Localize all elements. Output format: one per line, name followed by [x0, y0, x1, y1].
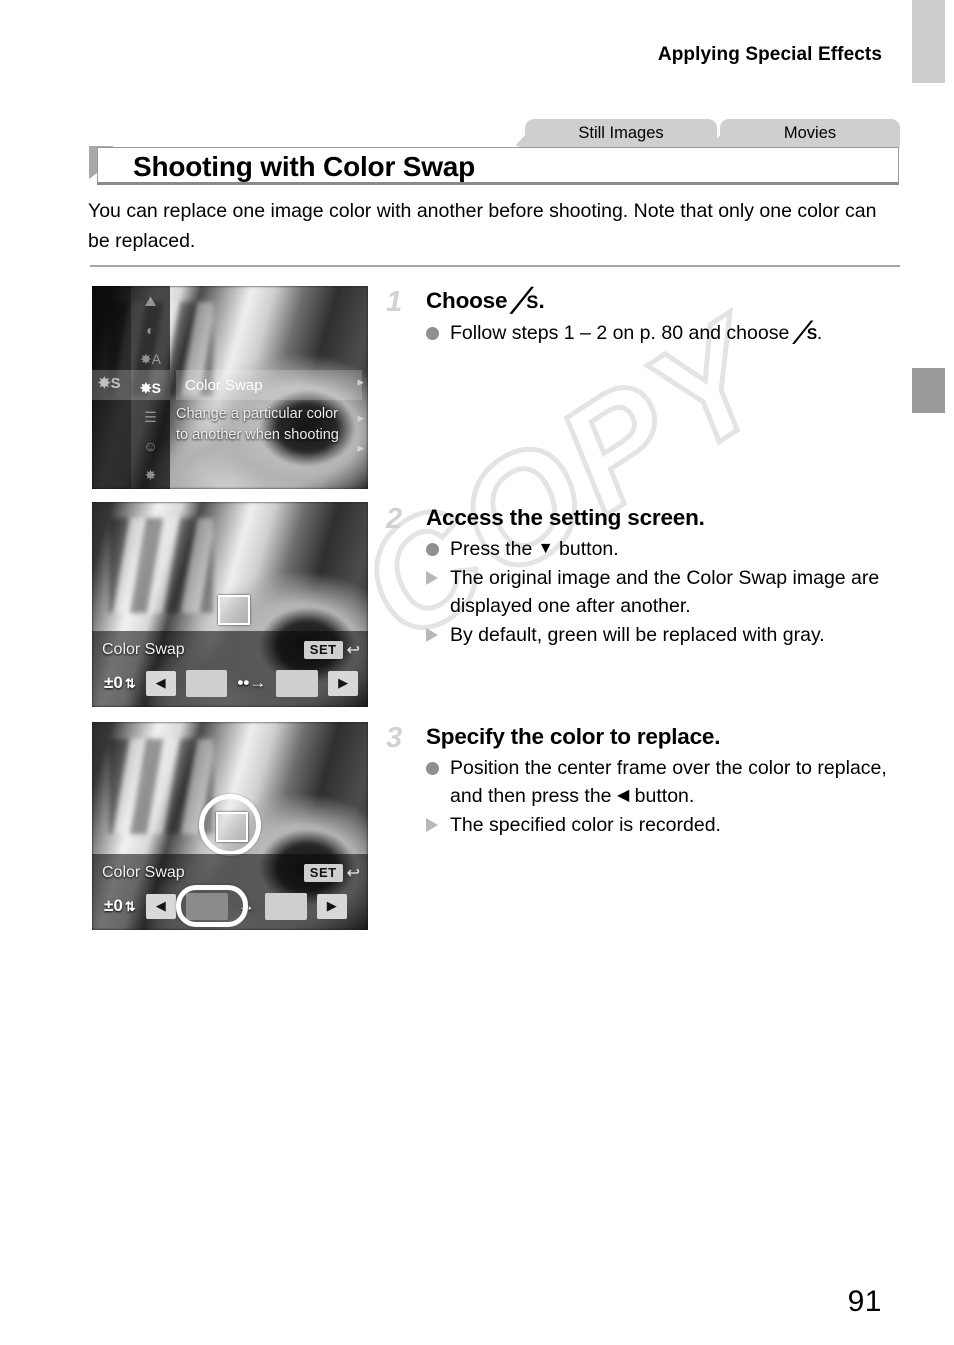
setting-bar-title: Color Swap: [102, 864, 185, 881]
return-arrow-icon: ↩: [346, 642, 360, 659]
right-arrow-button: ▶: [316, 893, 347, 919]
step-1-body: Follow steps 1 – 2 on p. 80 and choose ╱…: [426, 319, 906, 349]
scene-mode-description-line2: to another when shooting: [176, 427, 339, 443]
step-1-heading-prefix: Choose: [426, 288, 514, 313]
color-swap-icon: ╱S: [794, 322, 818, 344]
set-key-icon: SET: [303, 864, 343, 882]
left-arrow-button: ◀: [145, 893, 176, 919]
exposure-value-text: ±0: [104, 896, 123, 915]
running-head: Applying Special Effects: [657, 44, 882, 65]
step-2-line-2: The original image and the Color Swap im…: [426, 564, 906, 620]
step-1-line-1-text-before: Follow steps 1 – 2 on p. 80 and choose: [450, 322, 795, 344]
step-1-heading-suffix: .: [538, 288, 545, 313]
step-3-line-1-text-after: button.: [629, 785, 695, 807]
up-down-arrows-icon: ⇅: [124, 898, 136, 914]
step-2: 2 Access the setting screen. Press the ▼…: [386, 503, 906, 650]
chevron-right-icon-1: ▸: [357, 374, 364, 389]
step-1-number: 1: [386, 286, 403, 318]
fireworks-icon: ✸: [144, 466, 157, 483]
center-frame: [218, 595, 250, 625]
result-triangle-icon: [426, 818, 438, 832]
step-3-number: 3: [386, 722, 403, 754]
return-arrow-icon: ↩: [346, 865, 360, 882]
step-3-line-1: Position the center frame over the color…: [426, 754, 906, 810]
horizontal-rule: [90, 265, 900, 267]
step-2-body: Press the ▼ button. The original image a…: [426, 535, 906, 649]
result-triangle-icon: [426, 628, 438, 642]
exposure-value: ±0 ⇅: [104, 896, 136, 916]
step-2-heading: Access the setting screen.: [426, 505, 705, 530]
media-tabs: Still Images Movies: [525, 119, 900, 147]
exposure-value-text: ±0: [104, 673, 123, 692]
source-color-swatch: [185, 669, 228, 697]
down-button-icon: ▼: [537, 540, 554, 557]
fisheye-icon: ◐: [146, 321, 155, 338]
intro-paragraph: You can replace one image color with ano…: [88, 200, 877, 252]
left-button-icon: ◀: [616, 787, 630, 804]
scene-mode-description-line1: Change a particular color: [176, 406, 339, 422]
monochrome-icon: ☰: [144, 408, 157, 425]
camera-screenshot-setting-screen: Color Swap SET ↩ ±0 ⇅ ◀ ••→ ▶: [92, 502, 368, 707]
step-3-heading: Specify the color to replace.: [426, 724, 721, 749]
transition-arrow-icon: ••→: [237, 673, 267, 692]
step-3-body: Position the center frame over the color…: [426, 754, 906, 839]
scene-mode-description: Change a particular color to another whe…: [176, 404, 368, 446]
exposure-value: ±0 ⇅: [104, 673, 136, 693]
step-2-line-3: By default, green will be replaced with …: [426, 621, 906, 649]
step-3-line-2: The specified color is recorded.: [426, 811, 906, 839]
step-2-number: 2: [386, 503, 403, 535]
up-down-arrows-icon: ⇅: [124, 675, 136, 691]
target-color-swatch: [264, 892, 307, 920]
color-swap-ghost-icon: ✸S: [98, 375, 121, 392]
bullet-dot-icon: [426, 327, 439, 340]
color-swap-icon: ╱S: [512, 288, 539, 313]
step-1-line-1: Follow steps 1 – 2 on p. 80 and choose ╱…: [426, 319, 906, 349]
set-return-group: SET ↩: [303, 640, 360, 660]
step-1-line-1-text-after: .: [816, 322, 823, 344]
camera-screenshot-specify-color: Color Swap SET ↩ ±0 ⇅ ◀ → ▶: [92, 722, 368, 930]
left-arrow-button: ◀: [145, 670, 176, 696]
set-key-icon: SET: [303, 641, 343, 659]
page-number: 91: [847, 1285, 882, 1318]
setting-bar-top-row: Color Swap SET ↩: [102, 860, 360, 886]
setting-bar-top-row: Color Swap SET ↩: [102, 637, 360, 663]
page-title: Shooting with Color Swap: [133, 151, 476, 182]
bullet-dot-icon: [426, 762, 439, 775]
manual-page: Applying Special Effects Still Images Mo…: [0, 0, 954, 1345]
step-3: 3 Specify the color to replace. Position…: [386, 722, 906, 840]
step-2-line-1-text-after: button.: [553, 538, 619, 560]
landscape-icon: ⛰: [144, 292, 157, 309]
result-triangle-icon: [426, 571, 438, 585]
setting-bar-title: Color Swap: [102, 641, 185, 658]
scene-mode-selected-label: Color Swap: [176, 370, 362, 400]
chevron-right-icon-2: ▸: [357, 410, 364, 425]
step-1: 1 Choose ╱S. Follow steps 1 – 2 on p. 80…: [386, 286, 906, 350]
tab-movies: Movies: [720, 119, 900, 147]
chevron-right-icon-3: ▸: [357, 440, 364, 455]
step-3-line-2-text: The specified color is recorded.: [450, 814, 721, 836]
annotation-ring-center-frame: [199, 794, 261, 856]
step-1-heading: Choose ╱S.: [426, 286, 906, 317]
bullet-dot-icon: [426, 543, 439, 556]
set-return-group: SET ↩: [303, 863, 360, 883]
camera-screenshot-scene-menu: ⛰ ◐ ✸A ✸S ☰ ☺ ✸ ✸S Color Swap Change a p…: [92, 286, 368, 489]
edge-index-tab-light: [912, 0, 945, 83]
edge-index-tab-dark: [912, 368, 945, 413]
target-color-swatch: [276, 669, 319, 697]
right-arrow-button: ▶: [328, 670, 359, 696]
tab-still-images: Still Images: [525, 119, 717, 147]
annotation-ring-source-swatch: [176, 885, 248, 927]
color-swap-setting-bar: Color Swap SET ↩ ±0 ⇅ ◀ ••→ ▶: [92, 631, 368, 707]
step-2-line-1: Press the ▼ button.: [426, 535, 906, 563]
toy-camera-icon: ☺: [143, 437, 158, 454]
setting-bar-bottom-row: ±0 ⇅ ◀ ••→ ▶: [104, 667, 359, 699]
step-2-line-2-text: The original image and the Color Swap im…: [450, 567, 880, 617]
step-2-line-1-text-before: Press the: [450, 538, 538, 560]
color-accent-icon: ✸A: [139, 350, 162, 367]
step-2-line-3-text: By default, green will be replaced with …: [450, 624, 825, 646]
